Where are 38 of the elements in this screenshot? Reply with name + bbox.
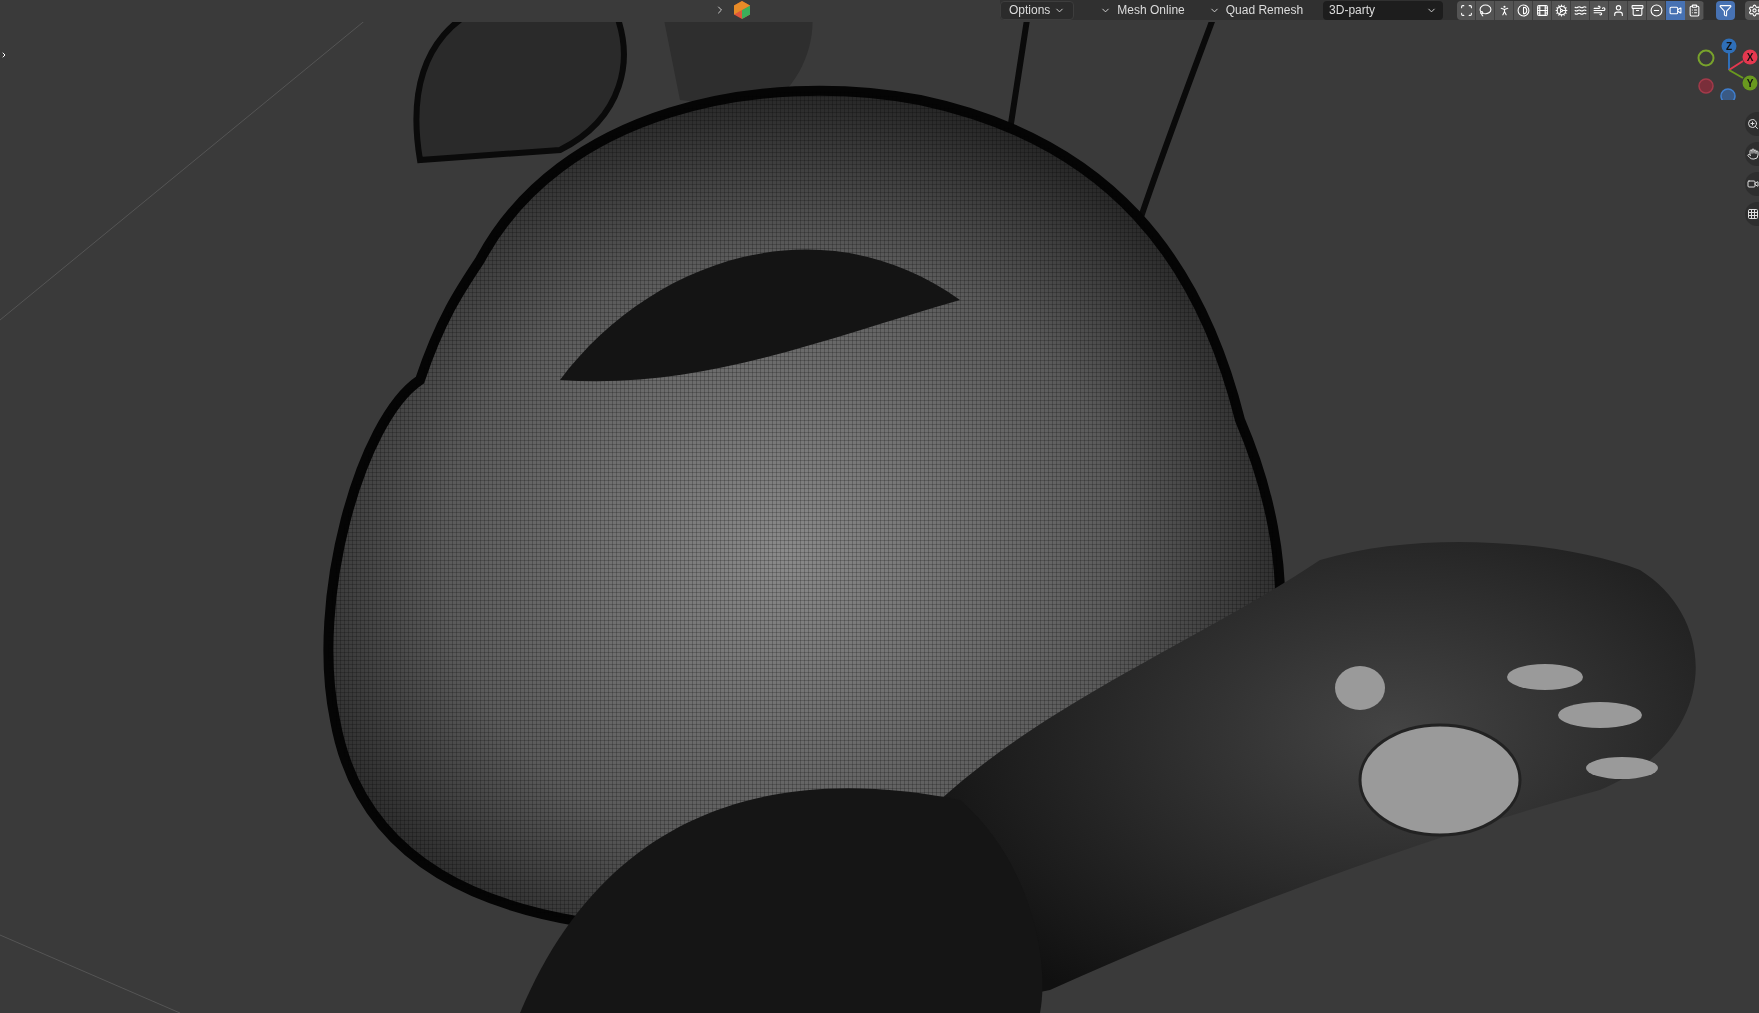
axis-handle[interactable]: Y (1742, 75, 1758, 91)
hand-icon (1747, 148, 1759, 160)
axis-gizmo[interactable]: X Y Z (1693, 38, 1759, 100)
toolbar-icon[interactable] (1476, 0, 1496, 20)
toolbar-icon[interactable] (1514, 0, 1534, 20)
toolbar-icon[interactable] (1590, 0, 1610, 20)
circle-icon (1649, 3, 1663, 17)
hexagon-logo-icon[interactable] (734, 1, 750, 19)
box-icon (1630, 3, 1644, 17)
dashed-square-icon (1459, 3, 1473, 17)
navigation-button[interactable] (1745, 202, 1759, 226)
panel-toggle[interactable]: Quad Remesh (1204, 0, 1308, 20)
lasso-icon (1478, 3, 1492, 17)
filter-button[interactable] (1716, 0, 1736, 20)
filter-icon (1719, 3, 1733, 17)
grid-icon (1747, 208, 1759, 220)
strokes-icon (1592, 3, 1606, 17)
axis-handle[interactable]: X (1742, 49, 1758, 65)
settings-icon (1748, 3, 1759, 17)
toolbar-icon[interactable] (1552, 0, 1572, 20)
navigation-button[interactable] (1745, 142, 1759, 166)
axis-handle[interactable]: Z (1721, 38, 1737, 54)
clipboard-icon (1687, 3, 1701, 17)
waves-icon (1573, 3, 1587, 17)
panel-toggle[interactable]: Mesh Online (1096, 0, 1189, 20)
toolbar-icon[interactable] (1666, 0, 1686, 20)
gear-icon (1554, 3, 1568, 17)
toolbar-icon[interactable] (1571, 0, 1591, 20)
camera-icon (1747, 178, 1759, 190)
settings-button[interactable] (1745, 0, 1759, 20)
zoom-icon (1747, 118, 1759, 130)
options-button[interactable]: Options (1000, 0, 1075, 20)
toolbar-icon[interactable] (1628, 0, 1648, 20)
navigation-button[interactable] (1745, 172, 1759, 196)
addon-dropdown[interactable]: 3D-party (1323, 0, 1444, 20)
film-reel-icon (1535, 3, 1549, 17)
person-icon (1611, 3, 1625, 17)
navigation-button[interactable] (1745, 112, 1759, 136)
